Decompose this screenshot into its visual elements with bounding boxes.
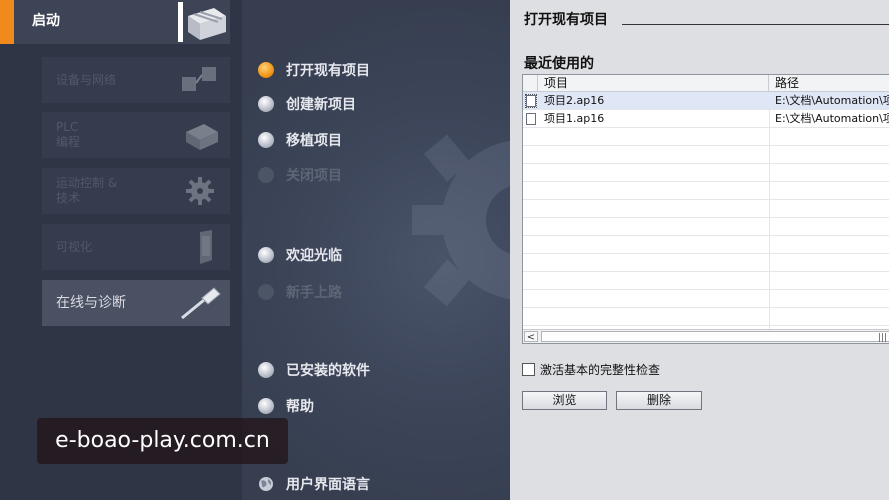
empty-row [523,254,889,272]
recent-projects-label: 最近使用的 [524,56,594,72]
radio-icon [258,167,274,183]
radio-icon [258,398,274,414]
table-header: 项目 路径 [523,75,889,92]
empty-row [523,308,889,326]
menu-user-interface-language[interactable]: 用户界面语言 [258,473,370,495]
empty-row [523,290,889,308]
project-path: E:\文档\Automation\项 [775,112,889,125]
sidebar-item-label: PLC 编程 [56,120,81,149]
sidebar-item-motion-technology[interactable]: 运动控制 & 技术 [42,168,230,214]
scroll-left-button[interactable]: < [524,331,538,343]
integrity-check-checkbox[interactable] [522,363,535,376]
empty-row [523,218,889,236]
screwdriver-icon [181,287,221,320]
table-row[interactable]: 项目2.ap16 E:\文档\Automation\项 [523,92,889,110]
devices-network-icon [182,67,216,91]
start-tab-label: 启动 [32,13,60,29]
sidebar-item-plc-programming[interactable]: PLC 编程 [42,112,230,158]
sidebar-item-label: 在线与诊断 [56,294,126,311]
menu-item-label: 打开现有项目 [286,63,370,79]
table-row[interactable]: 项目1.ap16 E:\文档\Automation\项 [523,110,889,128]
menu-item-label: 已安装的软件 [286,363,370,379]
menu-close-project: 关闭项目 [258,164,342,186]
radio-icon [258,284,274,300]
empty-row [523,164,889,182]
column-header-path[interactable]: 路径 [769,75,889,92]
menu-open-existing-project[interactable]: 打开现有项目 [258,59,370,81]
menu-item-label: 移植项目 [286,133,342,149]
menu-migrate-project[interactable]: 移植项目 [258,129,342,151]
visualization-panel-icon [200,230,212,264]
radio-icon [258,362,274,378]
empty-row [523,146,889,164]
project-file-icon [525,94,537,108]
menu-item-label: 新手上路 [286,285,342,301]
empty-row [523,200,889,218]
sidebar-item-label: 运动控制 & 技术 [56,176,118,205]
menu-item-label: 关闭项目 [286,168,342,184]
title-divider [622,24,889,25]
sidebar-item-label: 设备与网络 [56,72,117,87]
radio-icon [258,132,274,148]
browse-button[interactable]: 浏览 [522,391,607,410]
globe-icon [259,477,273,491]
recent-projects-table: 项目 路径 项目2.ap16 E:\文档\Automation\项 项目1.ap… [522,74,889,344]
open-project-panel: 打开现有项目 最近使用的 项目 路径 项目2.ap16 E:\文档\Automa… [510,0,889,500]
motion-gear-icon [186,177,214,205]
sidebar-item-label: 可视化 [56,239,93,254]
empty-row [523,128,889,146]
menu-welcome[interactable]: 欢迎光临 [258,244,342,266]
sidebar-item-online-diagnostics[interactable]: 在线与诊断 [42,280,230,326]
project-name: 项目2.ap16 [544,94,605,107]
menu-create-new-project[interactable]: 创建新项目 [258,93,356,115]
empty-row [523,236,889,254]
horizontal-scrollbar[interactable]: < ||| [523,329,889,343]
column-header-icon [523,75,538,92]
menu-help[interactable]: 帮助 [258,395,314,417]
active-radio-icon [258,62,274,78]
delete-button[interactable]: 删除 [616,391,702,410]
scrollbar-thumb[interactable]: ||| [541,331,889,343]
menu-item-label: 欢迎光临 [286,248,342,264]
menu-first-steps: 新手上路 [258,281,342,303]
start-tab[interactable]: 启动 [0,0,230,44]
menu-item-label: 创建新项目 [286,97,356,113]
portal-start-icon [178,2,226,42]
watermark: e-boao-play.com.cn [37,418,288,464]
empty-row [523,182,889,200]
radio-icon [258,96,274,112]
project-name: 项目1.ap16 [544,112,605,125]
menu-item-label: 用户界面语言 [286,477,370,493]
panel-title: 打开现有项目 [524,12,608,28]
empty-row [523,272,889,290]
project-path: E:\文档\Automation\项 [775,94,889,107]
active-indicator [0,0,14,44]
project-file-icon [526,113,536,125]
integrity-check-option[interactable]: 激活基本的完整性检查 [522,361,660,378]
scrollbar-grip: ||| [878,333,888,343]
sidebar-item-devices-networks[interactable]: 设备与网络 [42,57,230,103]
menu-item-label: 帮助 [286,399,314,415]
integrity-check-label: 激活基本的完整性检查 [540,363,661,377]
radio-icon [258,247,274,263]
sidebar-item-visualization[interactable]: 可视化 [42,224,230,270]
plc-programming-icon [186,124,218,150]
menu-installed-software[interactable]: 已安装的软件 [258,359,370,381]
column-header-project[interactable]: 项目 [538,75,769,92]
gear-background-icon [412,134,510,307]
